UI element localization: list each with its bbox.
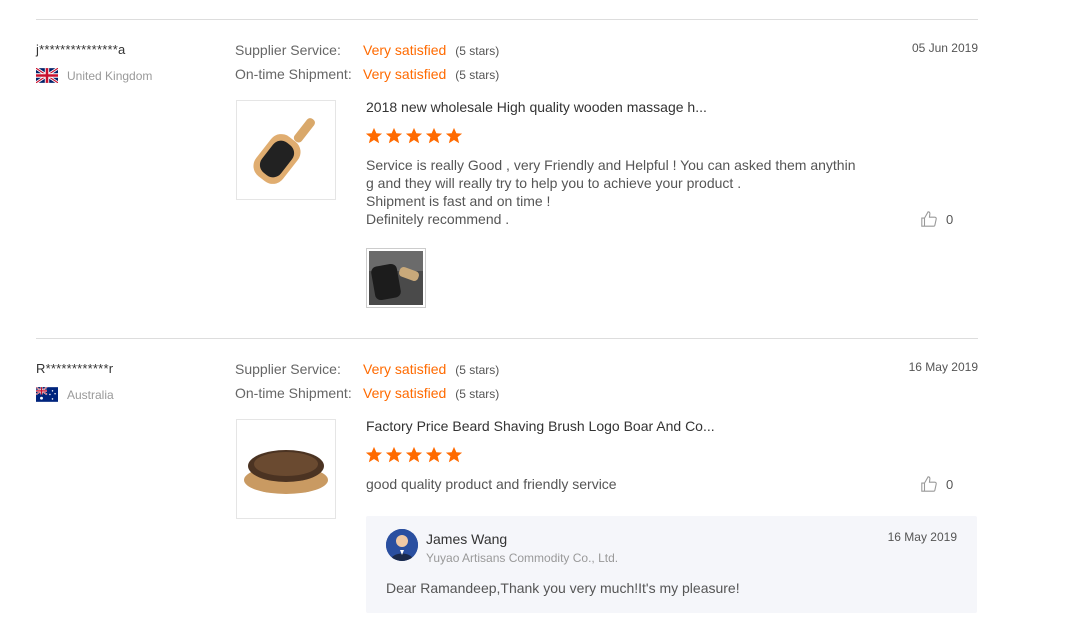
review-text-line: good quality product and friendly servic… [366, 476, 617, 492]
supplier-service-stars: (5 stars) [455, 363, 500, 377]
uk-flag-icon [36, 68, 58, 83]
star-icon [365, 127, 383, 144]
reviewer-country: Australia [36, 387, 114, 402]
thumbs-up-icon [921, 476, 937, 492]
review-text: good quality product and friendly servic… [366, 475, 866, 493]
review-photo[interactable] [366, 248, 426, 308]
supplier-service-row: Supplier Service: Very satisfied (5 star… [235, 361, 499, 377]
shipment-row: On-time Shipment: Very satisfied (5 star… [235, 66, 499, 82]
star-icon [445, 127, 463, 144]
product-thumbnail[interactable] [236, 100, 336, 200]
rating-stars [365, 446, 463, 464]
review-text-line: g and they will really try to help you t… [366, 175, 742, 191]
product-title-link[interactable]: Factory Price Beard Shaving Brush Logo B… [366, 418, 715, 434]
country-label: Australia [67, 387, 114, 402]
reply-date: 16 May 2019 [887, 530, 957, 544]
divider [36, 19, 978, 20]
supplier-service-label: Supplier Service: [235, 361, 341, 377]
product-thumbnail[interactable] [236, 419, 336, 519]
star-icon [385, 446, 403, 463]
hair-brush-icon [253, 118, 315, 184]
supplier-service-row: Supplier Service: Very satisfied (5 star… [235, 42, 499, 58]
reply-message: Dear Ramandeep,Thank you very much!It's … [386, 580, 740, 596]
review-text-line: Definitely recommend . [366, 211, 510, 227]
country-label: United Kingdom [67, 68, 153, 83]
like-button[interactable]: 0 [920, 210, 953, 228]
star-icon [365, 446, 383, 463]
reviewer-name: R************r [36, 361, 114, 376]
shipment-label: On-time Shipment: [235, 385, 352, 401]
star-icon [425, 446, 443, 463]
product-title-link[interactable]: 2018 new wholesale High quality wooden m… [366, 99, 707, 115]
avatar [386, 529, 418, 561]
shipment-stars: (5 stars) [455, 68, 500, 82]
person-avatar-icon [386, 529, 418, 561]
thumbs-up-icon [921, 211, 937, 227]
star-icon [445, 446, 463, 463]
reviewer-name: j***************a [36, 42, 126, 57]
star-icon [425, 127, 443, 144]
review-date: 16 May 2019 [908, 360, 978, 374]
reply-company: Yuyao Artisans Commodity Co., Ltd. [426, 551, 619, 565]
star-icon [405, 127, 423, 144]
supplier-service-label: Supplier Service: [235, 42, 341, 58]
beard-brush-icon [244, 450, 328, 494]
australia-flag-icon [36, 387, 58, 402]
supplier-reply: James Wang Yuyao Artisans Commodity Co.,… [366, 516, 977, 613]
review-photo-image [369, 251, 423, 305]
star-icon [385, 127, 403, 144]
supplier-service-value: Very satisfied [363, 42, 447, 58]
reviewer-country: United Kingdom [36, 68, 152, 83]
review-text-line: Service is really Good , very Friendly a… [366, 157, 856, 173]
review-date: 05 Jun 2019 [911, 41, 978, 55]
shipment-stars: (5 stars) [455, 387, 500, 401]
star-icon [405, 446, 423, 463]
like-button[interactable]: 0 [920, 475, 953, 493]
like-count: 0 [946, 211, 954, 227]
rating-stars [365, 127, 463, 145]
shipment-value: Very satisfied [363, 385, 447, 401]
supplier-service-value: Very satisfied [363, 361, 447, 377]
reply-author-name: James Wang [426, 531, 508, 547]
like-count: 0 [946, 476, 954, 492]
review-text: Service is really Good , very Friendly a… [366, 156, 866, 228]
review-text-line: Shipment is fast and on time ! [366, 193, 551, 209]
supplier-service-stars: (5 stars) [455, 44, 500, 58]
shipment-row: On-time Shipment: Very satisfied (5 star… [235, 385, 499, 401]
divider [36, 338, 978, 339]
shipment-value: Very satisfied [363, 66, 447, 82]
shipment-label: On-time Shipment: [235, 66, 352, 82]
